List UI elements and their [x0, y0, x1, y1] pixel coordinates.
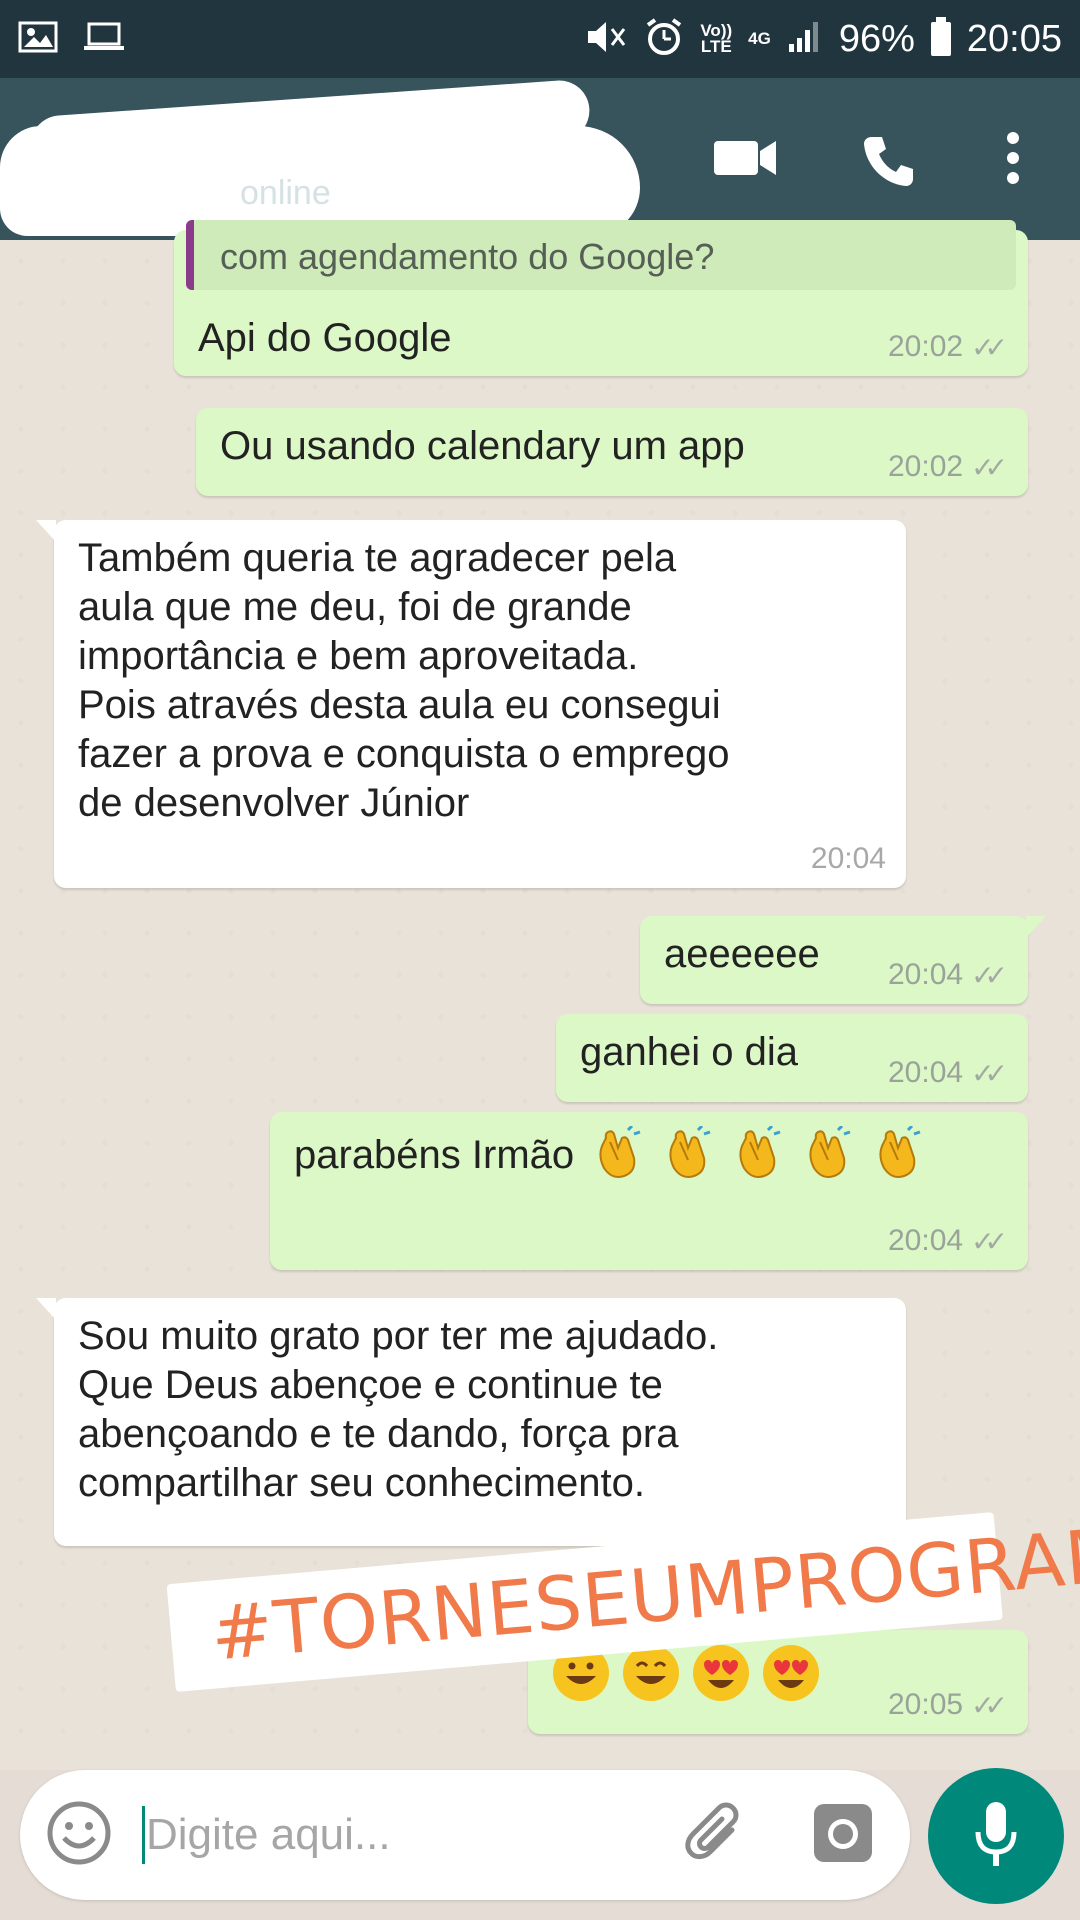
mute-icon	[584, 18, 628, 61]
video-call-icon[interactable]	[712, 133, 778, 188]
message-text: Sou muito grato por ter me ajudado. Que …	[78, 1314, 719, 1505]
message-meta: 20:02 ✓✓	[888, 450, 1008, 484]
clap-emoji	[599, 1126, 641, 1178]
clock: 20:05	[966, 17, 1062, 60]
message-input-bar[interactable]: Digite aqui...	[20, 1770, 910, 1900]
message-meta: 20:02 ✓✓	[888, 330, 1008, 364]
heart-eyes-emoji	[763, 1645, 819, 1701]
phone-icon[interactable]	[860, 133, 916, 194]
message-bubble-outgoing[interactable]: ganhei o dia 20:04 ✓✓	[556, 1014, 1028, 1102]
message-time: 20:05	[888, 1688, 964, 1721]
more-icon[interactable]	[1003, 130, 1023, 191]
emoji-row	[588, 1126, 926, 1184]
contact-status: online	[240, 174, 331, 212]
volte-indicator: Vo)) LTE	[700, 22, 732, 56]
message-time: 20:04	[888, 1224, 964, 1257]
message-content: parabéns Irmão	[294, 1126, 1004, 1184]
heart-eyes-emoji	[693, 1645, 749, 1701]
message-bubble-outgoing[interactable]: Ou usando calendary um app 20:02 ✓✓	[196, 408, 1028, 496]
message-meta: 20:04 ✓✓	[888, 1224, 1008, 1258]
message-meta: 20:04 ✓✓	[888, 1056, 1008, 1090]
clap-emoji	[809, 1126, 851, 1178]
mic-icon	[972, 1800, 1020, 1877]
emoji-icon[interactable]	[46, 1800, 112, 1871]
battery-percent: 96%	[838, 17, 915, 60]
message-meta: 20:04 ✓✓	[888, 958, 1008, 992]
chat-header: online	[0, 78, 1080, 240]
signal-icon	[787, 20, 823, 59]
clap-emoji	[739, 1126, 781, 1178]
read-ticks-icon: ✓✓	[971, 1225, 1008, 1257]
message-text: parabéns Irmão	[294, 1132, 575, 1177]
quoted-text: com agendamento do Google?	[220, 236, 715, 277]
read-ticks-icon: ✓✓	[971, 1689, 1008, 1721]
message-time: 20:02	[888, 450, 964, 483]
message-bubble-outgoing[interactable]: parabéns Irmão 20:04 ✓✓	[270, 1112, 1028, 1270]
message-bubble-outgoing[interactable]: aeeeeee 20:04 ✓✓	[640, 916, 1046, 1004]
message-bubble-incoming[interactable]: Também queria te agradecer pela aula que…	[36, 520, 906, 888]
image-icon	[18, 21, 58, 58]
message-bubble-incoming[interactable]: Sou muito grato por ter me ajudado. Que …	[36, 1298, 906, 1546]
read-ticks-icon: ✓✓	[971, 451, 1008, 483]
clap-emoji	[669, 1126, 711, 1178]
network-type: 4G	[748, 29, 771, 48]
alarm-icon	[644, 17, 684, 62]
message-input[interactable]: Digite aqui...	[146, 1810, 391, 1860]
message-text: Ou usando calendary um app	[220, 424, 745, 468]
battery-icon	[930, 17, 951, 56]
attach-icon[interactable]	[682, 1800, 752, 1875]
message-meta: 20:05 ✓✓	[888, 1688, 1008, 1722]
read-ticks-icon: ✓✓	[971, 331, 1008, 363]
laptop-icon	[82, 21, 126, 58]
status-bar: Vo)) LTE 4G 96% 20:05	[0, 0, 1080, 78]
message-text: Também queria te agradecer pela aula que…	[78, 536, 730, 825]
read-ticks-icon: ✓✓	[971, 1057, 1008, 1089]
read-ticks-icon: ✓✓	[971, 959, 1008, 991]
message-meta: 20:04	[811, 842, 886, 876]
camera-icon[interactable]	[812, 1802, 874, 1869]
text-cursor	[142, 1806, 145, 1864]
message-time: 20:04	[888, 958, 964, 991]
message-time: 20:02	[888, 330, 964, 363]
volte-bottom: LTE	[700, 37, 732, 56]
message-text: Api do Google	[198, 316, 452, 360]
mic-button[interactable]	[928, 1768, 1064, 1904]
message-bubble-outgoing[interactable]: com agendamento do Google? Api do Google…	[174, 220, 1028, 376]
message-time: 20:04	[888, 1056, 964, 1089]
quoted-message[interactable]: com agendamento do Google?	[186, 220, 1016, 290]
clap-emoji	[879, 1126, 921, 1178]
message-time: 20:04	[810, 842, 886, 875]
